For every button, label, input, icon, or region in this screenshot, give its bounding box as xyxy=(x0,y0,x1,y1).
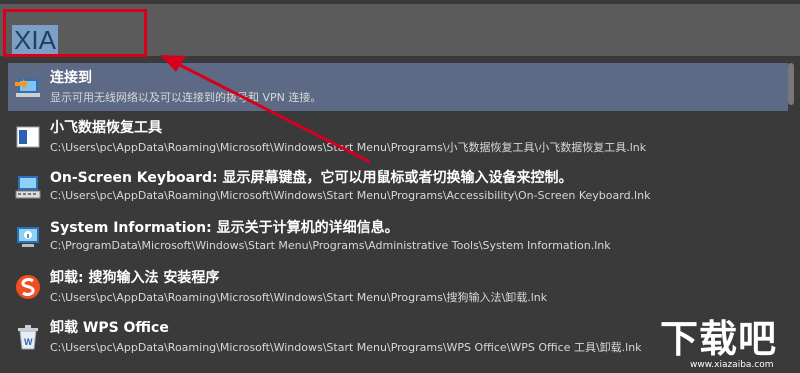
watermark-url: www.xiazaiba.com xyxy=(690,360,774,370)
watermark-logo: 下载吧 www.xiazaiba.com xyxy=(660,318,798,372)
watermark-title: 下载吧 xyxy=(660,317,778,361)
